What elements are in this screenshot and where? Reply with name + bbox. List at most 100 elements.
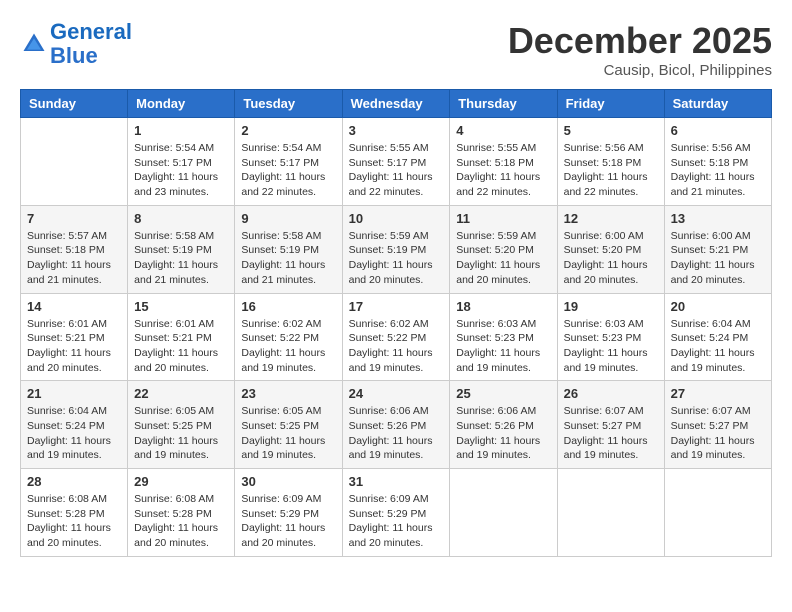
day-info: Sunrise: 6:08 AM Sunset: 5:28 PM Dayligh…	[27, 492, 121, 551]
day-cell: 4 Sunrise: 5:55 AM Sunset: 5:18 PM Daylig…	[450, 118, 557, 206]
title-area: December 2025 Causip, Bicol, Philippines	[508, 20, 772, 79]
day-cell: 19Sunrise: 6:03 AM Sunset: 5:23 PM Dayli…	[557, 293, 664, 381]
day-cell: 1 Sunrise: 5:54 AM Sunset: 5:17 PM Daylig…	[128, 118, 235, 206]
day-number: 28	[27, 474, 121, 489]
day-info: Sunrise: 6:05 AM Sunset: 5:25 PM Dayligh…	[241, 404, 335, 463]
day-info: Sunrise: 6:02 AM Sunset: 5:22 PM Dayligh…	[349, 317, 444, 376]
header-day-thursday: Thursday	[450, 90, 557, 118]
day-cell: 27 Sunrise: 6:07 AM Sunset: 5:27 PM Dayli…	[664, 381, 771, 469]
day-number: 19	[564, 299, 658, 314]
day-cell	[21, 118, 128, 206]
day-info: Sunrise: 6:08 AM Sunset: 5:28 PM Dayligh…	[134, 492, 228, 551]
day-cell	[664, 469, 771, 557]
day-number: 5	[564, 123, 658, 138]
day-number: 1	[134, 123, 228, 138]
day-number: 12	[564, 211, 658, 226]
day-cell: 8 Sunrise: 5:58 AM Sunset: 5:19 PM Daylig…	[128, 205, 235, 293]
calendar-table: SundayMondayTuesdayWednesdayThursdayFrid…	[20, 89, 772, 557]
day-info: Sunrise: 5:58 AM Sunset: 5:19 PM Dayligh…	[134, 229, 228, 288]
day-cell	[557, 469, 664, 557]
day-cell: 25 Sunrise: 6:06 AM Sunset: 5:26 PM Dayli…	[450, 381, 557, 469]
week-row-3: 21 Sunrise: 6:04 AM Sunset: 5:24 PM Dayli…	[21, 381, 772, 469]
day-info: Sunrise: 5:55 AM Sunset: 5:17 PM Dayligh…	[349, 141, 444, 200]
day-cell: 26 Sunrise: 6:07 AM Sunset: 5:27 PM Dayli…	[557, 381, 664, 469]
day-number: 6	[671, 123, 765, 138]
day-number: 10	[349, 211, 444, 226]
logo-text: General Blue	[50, 20, 132, 68]
day-info: Sunrise: 6:06 AM Sunset: 5:26 PM Dayligh…	[349, 404, 444, 463]
day-cell: 2Sunrise: 5:54 AM Sunset: 5:17 PM Daylig…	[235, 118, 342, 206]
day-number: 23	[241, 386, 335, 401]
day-info: Sunrise: 6:03 AM Sunset: 5:23 PM Dayligh…	[456, 317, 550, 376]
day-cell: 29 Sunrise: 6:08 AM Sunset: 5:28 PM Dayli…	[128, 469, 235, 557]
day-number: 21	[27, 386, 121, 401]
day-cell: 24 Sunrise: 6:06 AM Sunset: 5:26 PM Dayli…	[342, 381, 450, 469]
day-info: Sunrise: 6:09 AM Sunset: 5:29 PM Dayligh…	[349, 492, 444, 551]
day-number: 11	[456, 211, 550, 226]
day-number: 24	[349, 386, 444, 401]
day-cell: 14 Sunrise: 6:01 AM Sunset: 5:21 PM Dayli…	[21, 293, 128, 381]
header-day-tuesday: Tuesday	[235, 90, 342, 118]
day-number: 2	[241, 123, 335, 138]
day-cell: 7Sunrise: 5:57 AM Sunset: 5:18 PM Daylig…	[21, 205, 128, 293]
day-number: 29	[134, 474, 228, 489]
day-info: Sunrise: 6:04 AM Sunset: 5:24 PM Dayligh…	[27, 404, 121, 463]
day-number: 3	[349, 123, 444, 138]
day-info: Sunrise: 5:59 AM Sunset: 5:20 PM Dayligh…	[456, 229, 550, 288]
day-number: 14	[27, 299, 121, 314]
day-info: Sunrise: 6:00 AM Sunset: 5:21 PM Dayligh…	[671, 229, 765, 288]
day-cell: 21 Sunrise: 6:04 AM Sunset: 5:24 PM Dayli…	[21, 381, 128, 469]
day-number: 27	[671, 386, 765, 401]
day-number: 9	[241, 211, 335, 226]
day-cell: 28 Sunrise: 6:08 AM Sunset: 5:28 PM Dayli…	[21, 469, 128, 557]
day-number: 20	[671, 299, 765, 314]
day-cell: 20Sunrise: 6:04 AM Sunset: 5:24 PM Dayli…	[664, 293, 771, 381]
header-day-wednesday: Wednesday	[342, 90, 450, 118]
logo-line1: General	[50, 19, 132, 44]
day-number: 8	[134, 211, 228, 226]
day-number: 7	[27, 211, 121, 226]
day-info: Sunrise: 5:54 AM Sunset: 5:17 PM Dayligh…	[134, 141, 228, 200]
day-number: 4	[456, 123, 550, 138]
header-day-friday: Friday	[557, 90, 664, 118]
logo: General Blue	[20, 20, 132, 68]
day-info: Sunrise: 6:05 AM Sunset: 5:25 PM Dayligh…	[134, 404, 228, 463]
day-cell: 12Sunrise: 6:00 AM Sunset: 5:20 PM Dayli…	[557, 205, 664, 293]
header-day-monday: Monday	[128, 90, 235, 118]
day-cell: 5 Sunrise: 5:56 AM Sunset: 5:18 PM Daylig…	[557, 118, 664, 206]
day-number: 18	[456, 299, 550, 314]
day-cell: 22 Sunrise: 6:05 AM Sunset: 5:25 PM Dayli…	[128, 381, 235, 469]
day-cell: 17 Sunrise: 6:02 AM Sunset: 5:22 PM Dayli…	[342, 293, 450, 381]
page-header: General Blue December 2025 Causip, Bicol…	[20, 20, 772, 79]
calendar-header-row: SundayMondayTuesdayWednesdayThursdayFrid…	[21, 90, 772, 118]
day-info: Sunrise: 5:55 AM Sunset: 5:18 PM Dayligh…	[456, 141, 550, 200]
day-info: Sunrise: 5:56 AM Sunset: 5:18 PM Dayligh…	[564, 141, 658, 200]
day-cell: 9 Sunrise: 5:58 AM Sunset: 5:19 PM Daylig…	[235, 205, 342, 293]
day-info: Sunrise: 5:56 AM Sunset: 5:18 PM Dayligh…	[671, 141, 765, 200]
day-number: 16	[241, 299, 335, 314]
day-cell: 31Sunrise: 6:09 AM Sunset: 5:29 PM Dayli…	[342, 469, 450, 557]
week-row-0: 1 Sunrise: 5:54 AM Sunset: 5:17 PM Daylig…	[21, 118, 772, 206]
day-info: Sunrise: 6:01 AM Sunset: 5:21 PM Dayligh…	[27, 317, 121, 376]
day-number: 17	[349, 299, 444, 314]
day-cell: 11 Sunrise: 5:59 AM Sunset: 5:20 PM Dayli…	[450, 205, 557, 293]
day-cell	[450, 469, 557, 557]
day-number: 15	[134, 299, 228, 314]
day-info: Sunrise: 6:01 AM Sunset: 5:21 PM Dayligh…	[134, 317, 228, 376]
day-cell: 16Sunrise: 6:02 AM Sunset: 5:22 PM Dayli…	[235, 293, 342, 381]
day-number: 22	[134, 386, 228, 401]
day-number: 30	[241, 474, 335, 489]
logo-line2: Blue	[50, 43, 98, 68]
day-cell: 15 Sunrise: 6:01 AM Sunset: 5:21 PM Dayli…	[128, 293, 235, 381]
day-info: Sunrise: 6:06 AM Sunset: 5:26 PM Dayligh…	[456, 404, 550, 463]
day-info: Sunrise: 5:58 AM Sunset: 5:19 PM Dayligh…	[241, 229, 335, 288]
location-subtitle: Causip, Bicol, Philippines	[508, 62, 772, 79]
header-day-sunday: Sunday	[21, 90, 128, 118]
day-number: 25	[456, 386, 550, 401]
day-cell: 3 Sunrise: 5:55 AM Sunset: 5:17 PM Daylig…	[342, 118, 450, 206]
day-info: Sunrise: 6:07 AM Sunset: 5:27 PM Dayligh…	[564, 404, 658, 463]
day-info: Sunrise: 6:07 AM Sunset: 5:27 PM Dayligh…	[671, 404, 765, 463]
header-day-saturday: Saturday	[664, 90, 771, 118]
day-number: 26	[564, 386, 658, 401]
day-cell: 10Sunrise: 5:59 AM Sunset: 5:19 PM Dayli…	[342, 205, 450, 293]
